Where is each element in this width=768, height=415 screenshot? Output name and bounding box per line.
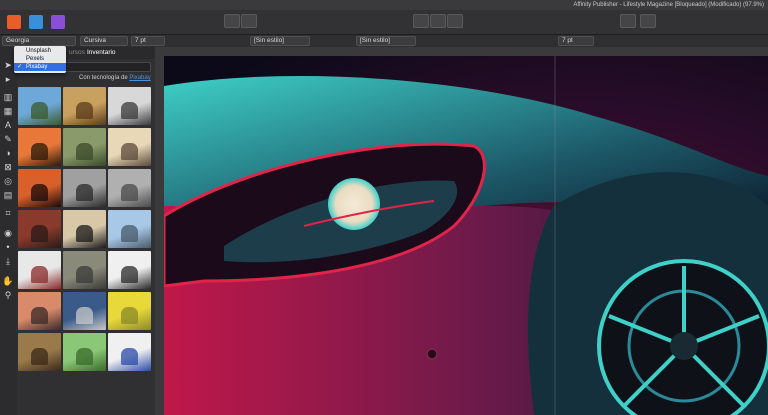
stock-thumbnail[interactable] bbox=[18, 251, 61, 289]
stock-thumbnail[interactable] bbox=[63, 87, 106, 125]
char-style-value: [Sin estilo] bbox=[254, 37, 284, 44]
window-title: Affinity Publisher - Lifestyle Magazine … bbox=[573, 2, 764, 8]
crop-tool-icon[interactable]: ⌗ bbox=[2, 207, 14, 219]
thumbnail-subject bbox=[75, 225, 94, 243]
assets-icon[interactable] bbox=[241, 14, 257, 28]
stock-thumbnail[interactable] bbox=[108, 169, 151, 207]
stock-thumbnail[interactable] bbox=[63, 128, 106, 166]
pin-icon[interactable] bbox=[620, 14, 636, 28]
stock-thumbnail[interactable] bbox=[63, 292, 106, 330]
clip-mode-icon[interactable] bbox=[447, 14, 463, 28]
stock-thumbnail[interactable] bbox=[63, 333, 106, 371]
leading-value: 7 pt bbox=[562, 37, 573, 44]
font-size-value: 7 pt bbox=[135, 37, 146, 44]
thumbnail-subject bbox=[120, 348, 139, 366]
thumbnail-subject bbox=[120, 307, 139, 325]
thumbnail-subject bbox=[75, 143, 94, 161]
powered-by-label: Con tecnología de bbox=[79, 75, 128, 81]
stock-panel: ursos Inventario ⚲ Con tecnología de Pix… bbox=[17, 47, 155, 415]
thumbnail-subject bbox=[120, 266, 139, 284]
thumbnail-subject bbox=[30, 348, 49, 366]
stock-thumbnail[interactable] bbox=[108, 251, 151, 289]
car-photo bbox=[164, 56, 768, 415]
stock-source-dropdown[interactable]: Unsplash Pexels ✓ Pixabay bbox=[14, 46, 66, 73]
font-style-value: Cursiva bbox=[84, 37, 107, 44]
preview-mode-icon[interactable] bbox=[430, 14, 446, 28]
designer-persona-icon[interactable] bbox=[51, 15, 65, 29]
place-image-tool-icon[interactable]: ▤ bbox=[2, 189, 14, 201]
stock-thumbnail[interactable] bbox=[18, 87, 61, 125]
title-bar: Affinity Publisher - Lifestyle Magazine … bbox=[0, 0, 768, 10]
eyedropper-tool-icon[interactable]: ⤓ bbox=[2, 255, 14, 267]
zoom-tool-icon[interactable]: ⚲ bbox=[2, 289, 14, 301]
stock-thumbnail[interactable] bbox=[108, 210, 151, 248]
artistic-text-tool-icon[interactable]: A bbox=[2, 119, 14, 131]
pin-tool-icon[interactable]: • bbox=[2, 241, 14, 253]
view-mode-icon[interactable] bbox=[413, 14, 429, 28]
thumbnail-subject bbox=[30, 307, 49, 325]
pen-tool-icon[interactable]: ✎ bbox=[2, 133, 14, 145]
thumbnail-subject bbox=[120, 143, 139, 161]
stock-thumbnail[interactable] bbox=[18, 128, 61, 166]
fill-tool-icon[interactable]: ◑ bbox=[2, 147, 14, 159]
stock-thumbnail[interactable] bbox=[108, 292, 151, 330]
tab-resources[interactable]: ursos bbox=[69, 47, 85, 59]
dropdown-option-pixabay[interactable]: ✓ Pixabay bbox=[14, 63, 66, 71]
color-picker-icon[interactable]: ◉ bbox=[2, 227, 14, 239]
document-canvas[interactable] bbox=[164, 56, 768, 415]
stock-thumbnail[interactable] bbox=[18, 333, 61, 371]
main-toolbar bbox=[0, 10, 768, 35]
node-tool-icon[interactable]: ▸ bbox=[2, 73, 14, 85]
para-style-value: [Sin estilo] bbox=[360, 37, 390, 44]
stock-thumbnail[interactable] bbox=[63, 251, 106, 289]
snapping-icon[interactable] bbox=[640, 14, 656, 28]
stock-thumbnail[interactable] bbox=[63, 169, 106, 207]
powered-by-link[interactable]: Pixabay bbox=[129, 75, 150, 81]
tools-panel: ➤ ▸ ▥ ▦ A ✎ ◑ ⊠ ◎ ▤ ⌗ ◉ • ⤓ ✋ ⚲ bbox=[0, 47, 18, 415]
stock-thumbnail[interactable] bbox=[108, 333, 151, 371]
share-icon[interactable] bbox=[224, 14, 240, 28]
frame-text-tool-icon[interactable]: ▥ bbox=[2, 91, 14, 103]
thumbnail-subject bbox=[75, 266, 94, 284]
dropdown-option-unsplash[interactable]: Unsplash bbox=[14, 47, 66, 55]
tab-inventory[interactable]: Inventario bbox=[87, 47, 116, 59]
thumbnail-subject bbox=[75, 102, 94, 120]
thumbnail-subject bbox=[30, 143, 49, 161]
thumbnail-subject bbox=[30, 184, 49, 202]
thumbnail-subject bbox=[30, 102, 49, 120]
thumbnail-subject bbox=[75, 307, 94, 325]
thumbnail-subject bbox=[120, 184, 139, 202]
move-tool-icon[interactable]: ➤ bbox=[2, 59, 14, 71]
powered-by: Con tecnología de Pixabay bbox=[79, 75, 151, 81]
thumbnail-subject bbox=[30, 266, 49, 284]
thumbnail-subject bbox=[120, 225, 139, 243]
thumbnail-subject bbox=[30, 225, 49, 243]
thumbnail-subject bbox=[75, 348, 94, 366]
image-frame-tool-icon[interactable]: ⊠ bbox=[2, 161, 14, 173]
stock-thumbnail[interactable] bbox=[18, 210, 61, 248]
dropdown-option-pexels[interactable]: Pexels bbox=[14, 55, 66, 63]
stock-thumbnail[interactable] bbox=[18, 292, 61, 330]
thumbnail-subject bbox=[120, 102, 139, 120]
hand-tool-icon[interactable]: ✋ bbox=[2, 275, 14, 287]
photo-persona-icon[interactable] bbox=[29, 15, 43, 29]
shape-tool-icon[interactable]: ◎ bbox=[2, 175, 14, 187]
stock-thumbnail[interactable] bbox=[18, 169, 61, 207]
table-tool-icon[interactable]: ▦ bbox=[2, 105, 14, 117]
stock-thumbnail[interactable] bbox=[108, 128, 151, 166]
thumbnail-subject bbox=[75, 184, 94, 202]
stock-thumbnail[interactable] bbox=[108, 87, 151, 125]
checkmark-icon: ✓ bbox=[17, 64, 23, 70]
stock-thumbnail[interactable] bbox=[63, 210, 106, 248]
publisher-persona-icon[interactable] bbox=[7, 15, 21, 29]
